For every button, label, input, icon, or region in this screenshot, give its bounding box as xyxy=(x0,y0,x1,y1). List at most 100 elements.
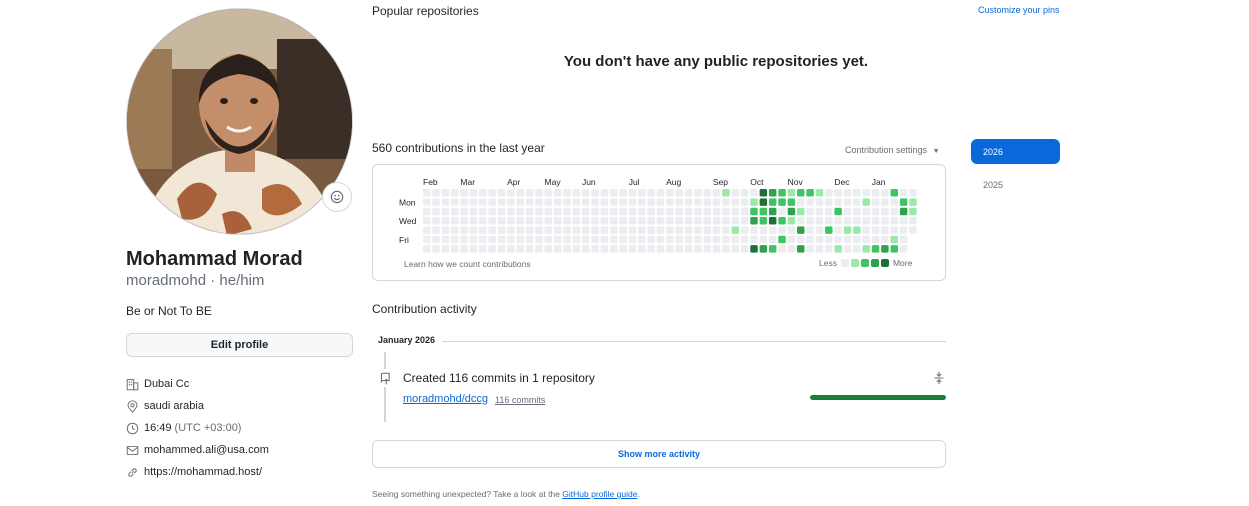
contribution-day-cell[interactable] xyxy=(423,217,431,225)
contribution-day-cell[interactable] xyxy=(759,235,768,244)
contribution-day-cell[interactable] xyxy=(853,217,861,225)
contribution-day-cell[interactable] xyxy=(497,198,506,206)
repo-commit-count-link[interactable]: 116 commits xyxy=(495,395,545,405)
contribution-day-cell[interactable] xyxy=(722,245,730,253)
contribution-day-cell[interactable] xyxy=(815,207,824,216)
contribution-day-cell[interactable] xyxy=(666,245,674,253)
contribution-day-cell[interactable] xyxy=(647,226,655,234)
contribution-day-cell[interactable] xyxy=(731,245,740,253)
contribution-day-cell[interactable] xyxy=(759,245,768,253)
contribution-day-cell[interactable] xyxy=(469,235,478,244)
contribution-day-cell[interactable] xyxy=(768,235,777,244)
contribution-day-cell[interactable] xyxy=(581,217,590,225)
contribution-day-cell[interactable] xyxy=(768,226,777,234)
contribution-day-cell[interactable] xyxy=(871,226,880,234)
contribution-day-cell[interactable] xyxy=(750,198,758,206)
contribution-day-cell[interactable] xyxy=(451,245,459,253)
contribution-day-cell[interactable] xyxy=(843,217,852,225)
contribution-day-cell[interactable] xyxy=(797,226,805,234)
contribution-day-cell[interactable] xyxy=(600,217,609,225)
detail-website[interactable]: https://mohammad.host/ xyxy=(126,461,269,483)
contribution-day-cell[interactable] xyxy=(862,198,870,206)
contribution-day-cell[interactable] xyxy=(853,189,861,197)
contribution-day-cell[interactable] xyxy=(553,226,562,234)
contribution-day-cell[interactable] xyxy=(507,189,515,197)
contribution-day-cell[interactable] xyxy=(638,217,646,225)
contribution-day-cell[interactable] xyxy=(441,226,450,234)
contribution-day-cell[interactable] xyxy=(535,235,543,244)
contribution-day-cell[interactable] xyxy=(628,189,637,197)
contribution-day-cell[interactable] xyxy=(460,226,468,234)
contribution-day-cell[interactable] xyxy=(619,189,627,197)
contribution-day-cell[interactable] xyxy=(460,198,468,206)
contribution-day-cell[interactable] xyxy=(497,226,506,234)
contribution-day-cell[interactable] xyxy=(834,245,842,253)
show-more-activity-button[interactable]: Show more activity xyxy=(372,440,946,468)
contribution-day-cell[interactable] xyxy=(825,245,833,253)
contribution-day-cell[interactable] xyxy=(740,226,749,234)
contribution-day-cell[interactable] xyxy=(638,226,646,234)
contribution-day-cell[interactable] xyxy=(871,198,880,206)
contribution-day-cell[interactable] xyxy=(750,245,758,253)
contribution-day-cell[interactable] xyxy=(563,198,571,206)
contribution-day-cell[interactable] xyxy=(759,226,768,234)
contribution-day-cell[interactable] xyxy=(703,189,712,197)
contribution-day-cell[interactable] xyxy=(581,245,590,253)
contribution-day-cell[interactable] xyxy=(806,207,814,216)
contribution-day-cell[interactable] xyxy=(525,207,534,216)
contribution-day-cell[interactable] xyxy=(553,245,562,253)
contribution-day-cell[interactable] xyxy=(825,235,833,244)
contribution-day-cell[interactable] xyxy=(862,217,870,225)
contribution-day-cell[interactable] xyxy=(451,226,459,234)
contribution-day-cell[interactable] xyxy=(778,217,786,225)
contribution-day-cell[interactable] xyxy=(694,245,702,253)
contribution-day-cell[interactable] xyxy=(488,226,496,234)
contribution-day-cell[interactable] xyxy=(581,235,590,244)
contribution-day-cell[interactable] xyxy=(525,235,534,244)
contribution-day-cell[interactable] xyxy=(825,198,833,206)
contribution-day-cell[interactable] xyxy=(441,207,450,216)
contribution-day-cell[interactable] xyxy=(638,235,646,244)
contribution-day-cell[interactable] xyxy=(469,245,478,253)
contribution-day-cell[interactable] xyxy=(899,207,908,216)
contribution-day-cell[interactable] xyxy=(638,189,646,197)
contribution-day-cell[interactable] xyxy=(787,198,796,206)
contribution-day-cell[interactable] xyxy=(572,198,581,206)
contribution-day-cell[interactable] xyxy=(909,207,917,216)
contribution-day-cell[interactable] xyxy=(507,217,515,225)
contribution-day-cell[interactable] xyxy=(525,198,534,206)
contribution-day-cell[interactable] xyxy=(684,245,693,253)
contribution-day-cell[interactable] xyxy=(778,235,786,244)
contribution-day-cell[interactable] xyxy=(451,235,459,244)
contribution-day-cell[interactable] xyxy=(516,226,525,234)
contribution-day-cell[interactable] xyxy=(619,245,627,253)
contribution-day-cell[interactable] xyxy=(881,189,889,197)
contribution-day-cell[interactable] xyxy=(694,207,702,216)
contribution-day-cell[interactable] xyxy=(451,217,459,225)
contribution-day-cell[interactable] xyxy=(909,189,917,197)
contribution-day-cell[interactable] xyxy=(862,207,870,216)
contribution-day-cell[interactable] xyxy=(815,217,824,225)
contribution-day-cell[interactable] xyxy=(544,198,553,206)
contribution-day-cell[interactable] xyxy=(712,217,721,225)
contribution-day-cell[interactable] xyxy=(722,235,730,244)
contribution-day-cell[interactable] xyxy=(638,198,646,206)
contribution-day-cell[interactable] xyxy=(628,226,637,234)
contribution-day-cell[interactable] xyxy=(815,245,824,253)
contribution-day-cell[interactable] xyxy=(656,217,665,225)
contribution-day-cell[interactable] xyxy=(441,198,450,206)
contribution-day-cell[interactable] xyxy=(563,226,571,234)
contribution-day-cell[interactable] xyxy=(628,217,637,225)
contribution-day-cell[interactable] xyxy=(778,226,786,234)
contribution-day-cell[interactable] xyxy=(871,207,880,216)
contribution-day-cell[interactable] xyxy=(778,245,786,253)
contribution-day-cell[interactable] xyxy=(432,189,440,197)
contribution-day-cell[interactable] xyxy=(460,245,468,253)
contribution-day-cell[interactable] xyxy=(591,226,599,234)
contribution-day-cell[interactable] xyxy=(441,189,450,197)
contribution-day-cell[interactable] xyxy=(834,207,842,216)
contribution-day-cell[interactable] xyxy=(787,207,796,216)
contribution-day-cell[interactable] xyxy=(768,217,777,225)
contribution-day-cell[interactable] xyxy=(656,245,665,253)
detail-website-text[interactable]: https://mohammad.host/ xyxy=(144,466,262,478)
